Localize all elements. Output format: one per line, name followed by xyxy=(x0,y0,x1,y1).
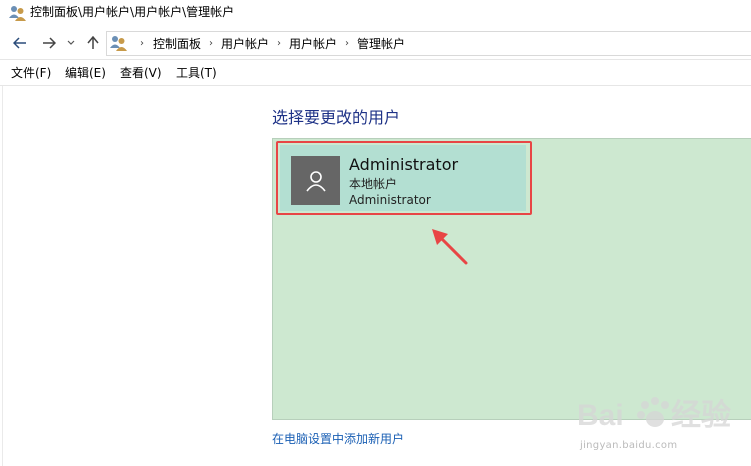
menu-bar: 文件(F) 编辑(E) 查看(V) 工具(T) xyxy=(0,59,751,86)
address-bar[interactable]: › 控制面板 › 用户帐户 › 用户帐户 › 管理帐户 xyxy=(106,31,751,56)
add-new-user-link[interactable]: 在电脑设置中添加新用户 xyxy=(272,430,404,447)
page-heading: 选择要更改的用户 xyxy=(272,108,401,127)
users-icon xyxy=(110,36,127,51)
recent-locations-button[interactable] xyxy=(64,33,78,53)
svg-text:Bai: Bai xyxy=(577,399,624,432)
menu-file[interactable]: 文件(F) xyxy=(11,66,51,80)
arrow-up-icon xyxy=(87,36,99,49)
svg-text:经验: 经验 xyxy=(671,398,731,432)
arrow-right-icon xyxy=(43,37,56,49)
up-button[interactable] xyxy=(84,33,102,53)
breadcrumb-item[interactable]: 控制面板 xyxy=(153,35,201,52)
breadcrumb: › 控制面板 › 用户帐户 › 用户帐户 › 管理帐户 xyxy=(131,32,405,55)
left-pane xyxy=(0,86,3,466)
red-arrow-annotation xyxy=(432,229,468,265)
chevron-right-icon[interactable]: › xyxy=(201,38,221,49)
menu-edit[interactable]: 编辑(E) xyxy=(65,66,106,80)
back-button[interactable] xyxy=(11,33,29,53)
menu-tools[interactable]: 工具(T) xyxy=(176,66,217,80)
users-icon xyxy=(9,6,26,21)
watermark-url: jingyan.baidu.com xyxy=(580,440,678,451)
baidu-watermark-logo: Bai 经验 xyxy=(577,397,731,432)
highlight-box xyxy=(276,141,532,215)
forward-button[interactable] xyxy=(40,33,58,53)
menu-view[interactable]: 查看(V) xyxy=(120,66,162,80)
title-bar: 控制面板\用户帐户\用户帐户\管理帐户 xyxy=(0,0,751,28)
chevron-right-icon[interactable]: › xyxy=(337,38,357,49)
chevron-right-icon[interactable]: › xyxy=(269,38,289,49)
breadcrumb-item[interactable]: 用户帐户 xyxy=(221,35,269,52)
arrow-left-icon xyxy=(13,37,26,49)
breadcrumb-item[interactable]: 管理帐户 xyxy=(357,35,405,52)
window-title: 控制面板\用户帐户\用户帐户\管理帐户 xyxy=(30,5,235,19)
navigation-bar: › 控制面板 › 用户帐户 › 用户帐户 › 管理帐户 xyxy=(0,28,751,59)
chevron-down-icon xyxy=(67,40,75,45)
breadcrumb-item[interactable]: 用户帐户 xyxy=(289,35,337,52)
chevron-right-icon[interactable]: › xyxy=(131,38,153,49)
